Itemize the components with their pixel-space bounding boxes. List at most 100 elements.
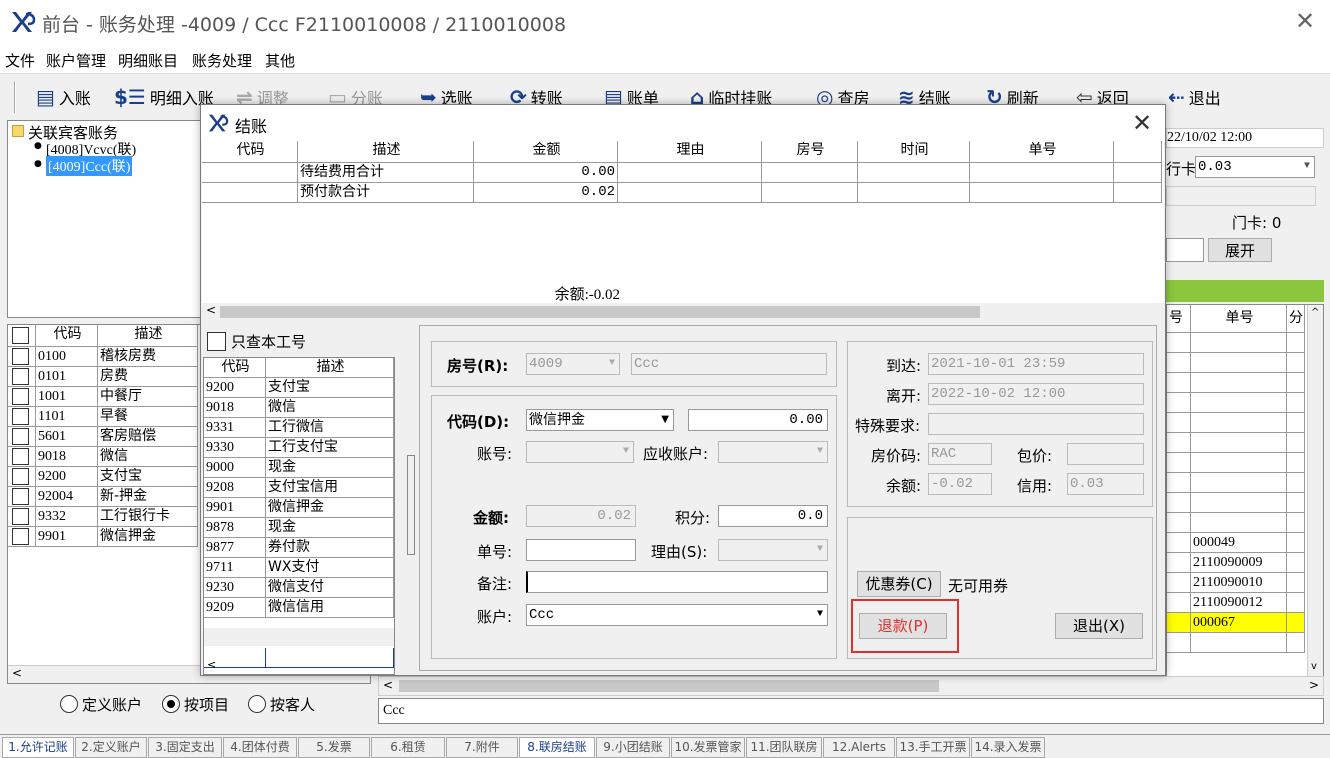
table-row-code[interactable]: 9332 bbox=[36, 507, 98, 527]
scroll-up-icon[interactable]: ^ bbox=[1311, 307, 1319, 318]
right-row-bill[interactable] bbox=[1191, 513, 1287, 533]
pay-list-desc[interactable]: 支付宝 bbox=[266, 378, 394, 398]
pay-list-desc[interactable]: 微信押金 bbox=[266, 498, 394, 518]
window-close-icon[interactable]: ✕ bbox=[1292, 8, 1318, 34]
table-row-desc[interactable]: 支付宝 bbox=[98, 467, 198, 487]
scroll-down-icon[interactable]: v bbox=[1311, 661, 1317, 672]
radio-by-item[interactable] bbox=[162, 695, 180, 713]
right-row-bill[interactable] bbox=[1191, 433, 1287, 453]
row-checkbox[interactable] bbox=[12, 428, 29, 445]
dialog-hscrollbar[interactable]: < bbox=[202, 303, 1164, 321]
tab-6[interactable]: 6.租赁 bbox=[371, 737, 445, 758]
pay-list-code[interactable]: 9330 bbox=[204, 438, 266, 458]
pay-list-desc[interactable]: 微信信用 bbox=[266, 598, 394, 618]
tab-10[interactable]: 10.发票管家 bbox=[671, 737, 745, 758]
right-row-bill[interactable] bbox=[1191, 473, 1287, 493]
right-row-bill[interactable] bbox=[1191, 353, 1287, 373]
main-hscrollbar[interactable]: < > bbox=[378, 676, 1324, 696]
right-row-bill[interactable]: 2110090009 bbox=[1191, 553, 1287, 573]
table-row-code[interactable]: 9200 bbox=[36, 467, 98, 487]
tab-1[interactable]: 1.允许记账 bbox=[2, 737, 74, 758]
radio-define-account[interactable] bbox=[60, 695, 78, 713]
pay-list-code[interactable]: 9208 bbox=[204, 478, 266, 498]
scroll-left-icon[interactable]: < bbox=[12, 666, 22, 680]
tab-14[interactable]: 14.录入发票 bbox=[971, 737, 1045, 758]
pay-list-code[interactable]: 9901 bbox=[204, 498, 266, 518]
expand-button[interactable]: 展开 bbox=[1208, 238, 1272, 262]
pay-list-desc[interactable]: 支付宝信用 bbox=[266, 478, 394, 498]
dialog-close-icon[interactable]: ✕ bbox=[1127, 109, 1157, 137]
menu-other[interactable]: 其他 bbox=[265, 50, 295, 71]
account-no-select[interactable]: ▼ bbox=[526, 441, 634, 463]
dialog-exit-button[interactable]: 退出(X) bbox=[1055, 613, 1143, 639]
table-row-desc[interactable]: 稽核房费 bbox=[98, 347, 198, 367]
table-row-code[interactable]: 9901 bbox=[36, 527, 98, 547]
menu-account-management[interactable]: 账户管理 bbox=[46, 50, 106, 71]
right-row-bill[interactable]: 2110090010 bbox=[1191, 573, 1287, 593]
table-row-code[interactable]: 1101 bbox=[36, 407, 98, 427]
pay-list-code[interactable]: 9200 bbox=[204, 378, 266, 398]
pay-list-code[interactable]: 9877 bbox=[204, 538, 266, 558]
table-row-code[interactable]: 0101 bbox=[36, 367, 98, 387]
table-row-code[interactable]: 1001 bbox=[36, 387, 98, 407]
table-row-desc[interactable]: 中餐厅 bbox=[98, 387, 198, 407]
scroll-right-icon[interactable]: > bbox=[1309, 678, 1319, 692]
tree-item-4009[interactable]: [4009]Ccc(联) bbox=[46, 156, 133, 176]
right-row-bill[interactable] bbox=[1191, 393, 1287, 413]
pay-list-desc[interactable]: 工行支付宝 bbox=[266, 438, 394, 458]
right-row-bill[interactable]: 2110090012 bbox=[1191, 593, 1287, 613]
splitter-handle[interactable] bbox=[407, 455, 415, 555]
table-row-desc[interactable]: 新-押金 bbox=[98, 487, 198, 507]
coupon-button[interactable]: 优惠券(C) bbox=[857, 571, 941, 597]
table-row-desc[interactable]: 微信 bbox=[98, 447, 198, 467]
refund-button[interactable]: 退款(P) bbox=[859, 613, 947, 639]
right-input[interactable] bbox=[1166, 238, 1204, 262]
right-row-bill[interactable]: 000049 bbox=[1191, 533, 1287, 553]
table-row-desc[interactable]: 客房赔偿 bbox=[98, 427, 198, 447]
pay-list-code[interactable]: 9018 bbox=[204, 398, 266, 418]
code-amount-field[interactable]: 0.00 bbox=[688, 409, 828, 431]
select-all-checkbox[interactable] bbox=[12, 327, 29, 344]
right-row-bill[interactable] bbox=[1191, 333, 1287, 353]
tab-8[interactable]: 8.联房结账 bbox=[519, 737, 595, 758]
pay-list-hscrollbar[interactable]: < bbox=[204, 658, 394, 674]
scroll-left-icon[interactable]: < bbox=[383, 678, 393, 692]
scroll-left-icon[interactable]: < bbox=[207, 658, 216, 671]
right-row-bill[interactable] bbox=[1191, 453, 1287, 473]
pay-list-desc[interactable]: 工行微信 bbox=[266, 418, 394, 438]
code-select[interactable]: 微信押金 ▼ bbox=[526, 409, 674, 431]
dialog-hscroll-thumb[interactable] bbox=[220, 306, 980, 318]
right-vscrollbar[interactable]: ^ v bbox=[1307, 305, 1323, 677]
right-row-bill[interactable] bbox=[1191, 413, 1287, 433]
right-row-bill[interactable] bbox=[1191, 493, 1287, 513]
menu-detail-items[interactable]: 明细账目 bbox=[118, 50, 178, 71]
pay-list-desc[interactable]: 现金 bbox=[266, 518, 394, 538]
table-row-code[interactable]: 5601 bbox=[36, 427, 98, 447]
pay-list-desc[interactable]: 现金 bbox=[266, 458, 394, 478]
exit-button[interactable]: ⇠ 退出 bbox=[1168, 83, 1221, 111]
menu-file[interactable]: 文件 bbox=[5, 50, 35, 71]
right-row-bill[interactable] bbox=[1191, 373, 1287, 393]
row-checkbox[interactable] bbox=[12, 488, 29, 505]
pay-list-code[interactable]: 9209 bbox=[204, 598, 266, 618]
pay-list-code[interactable]: 9711 bbox=[204, 558, 266, 578]
row-checkbox[interactable] bbox=[12, 508, 29, 525]
remark-field[interactable] bbox=[526, 571, 828, 593]
only-my-job-checkbox[interactable] bbox=[207, 332, 226, 351]
pay-list-desc[interactable]: WX支付 bbox=[266, 558, 394, 578]
table-row-desc[interactable]: 工行银行卡 bbox=[98, 507, 198, 527]
right-row-bill[interactable]: 000067 bbox=[1191, 613, 1287, 633]
row-checkbox[interactable] bbox=[12, 448, 29, 465]
points-field[interactable]: 0.0 bbox=[718, 505, 828, 527]
row-checkbox[interactable] bbox=[12, 408, 29, 425]
bill-no-field[interactable] bbox=[526, 539, 636, 561]
radio-by-guest[interactable] bbox=[248, 695, 266, 713]
pay-list-code[interactable]: 9230 bbox=[204, 578, 266, 598]
card-select[interactable]: 0.03 ▼ bbox=[1195, 156, 1315, 178]
tab-12[interactable]: 12.Alerts bbox=[823, 737, 895, 758]
row-checkbox[interactable] bbox=[12, 528, 29, 545]
table-row-code[interactable]: 9018 bbox=[36, 447, 98, 467]
table-row-desc[interactable]: 早餐 bbox=[98, 407, 198, 427]
pay-list-code[interactable]: 9000 bbox=[204, 458, 266, 478]
right-row-bill[interactable] bbox=[1191, 633, 1287, 653]
